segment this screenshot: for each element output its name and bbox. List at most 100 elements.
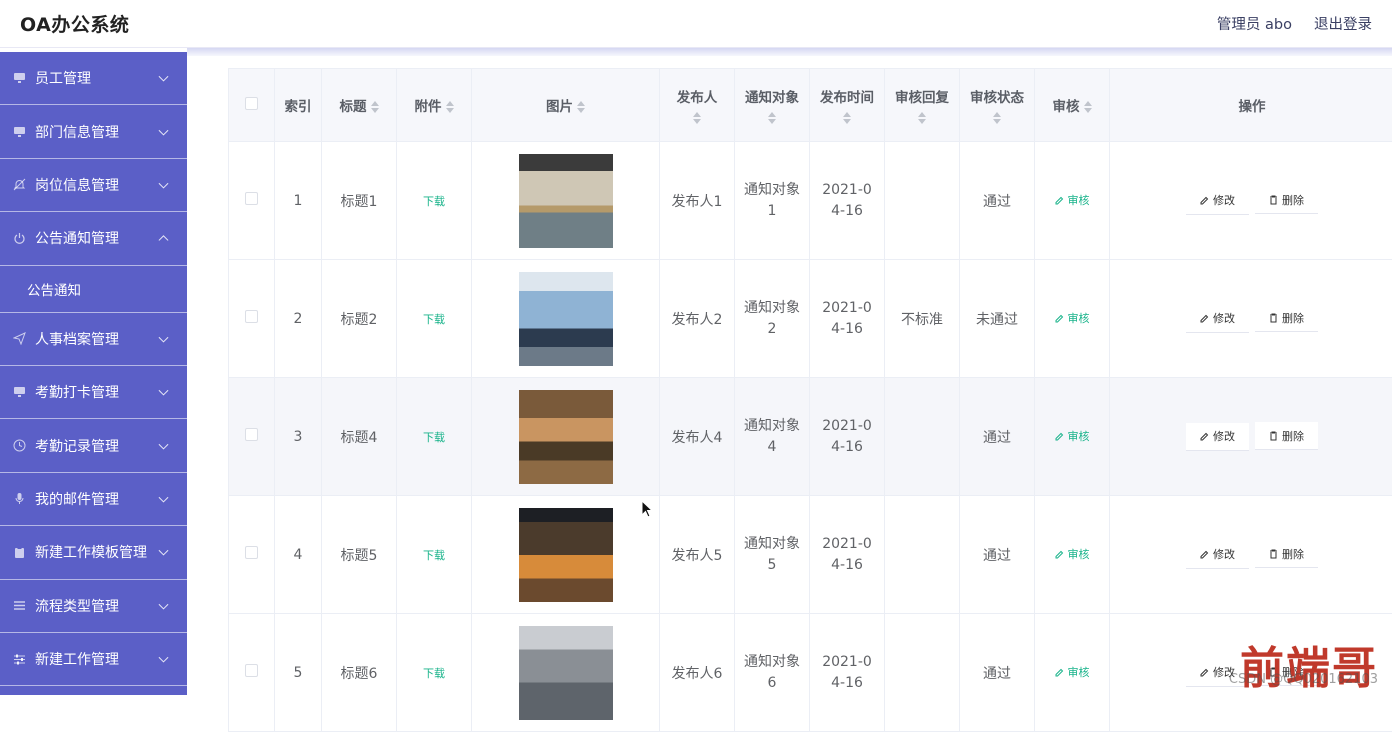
sidebar-item-label: 新建工作管理 bbox=[35, 649, 119, 669]
table-row: 5标题6下载发布人6通知对象62021-04-16通过审核修改删除 bbox=[229, 614, 1392, 732]
edit-label: 修改 bbox=[1213, 310, 1235, 326]
chevron-down-icon bbox=[159, 125, 169, 135]
sidebar-item[interactable]: 部门信息管理 bbox=[0, 105, 187, 158]
sidebar-item[interactable]: 我的邮件管理 bbox=[0, 473, 187, 526]
clipboard-icon bbox=[12, 545, 26, 559]
row-thumbnail[interactable] bbox=[519, 154, 613, 248]
header-actions: 管理员 abo 退出登录 bbox=[1217, 13, 1372, 34]
audit-link[interactable]: 审核 bbox=[1055, 192, 1090, 208]
col-time[interactable]: 发布时间 bbox=[810, 69, 885, 142]
row-status: 通过 bbox=[983, 666, 1011, 682]
clock-icon bbox=[12, 439, 26, 453]
download-link[interactable]: 下载 bbox=[423, 549, 445, 562]
delete-button[interactable]: 删除 bbox=[1255, 540, 1318, 568]
download-link[interactable]: 下载 bbox=[423, 313, 445, 326]
row-checkbox[interactable] bbox=[245, 428, 258, 441]
download-link[interactable]: 下载 bbox=[423, 667, 445, 680]
col-publisher[interactable]: 发布人 bbox=[660, 69, 735, 142]
audit-link[interactable]: 审核 bbox=[1055, 546, 1090, 562]
col-image[interactable]: 图片 bbox=[472, 69, 660, 142]
chevron-down-icon bbox=[159, 72, 169, 82]
sidebar-item[interactable]: 岗位信息管理 bbox=[0, 159, 187, 212]
audit-cell: 审核 bbox=[1035, 614, 1110, 732]
image-cell bbox=[472, 378, 660, 496]
power-icon bbox=[12, 231, 26, 245]
download-link[interactable]: 下载 bbox=[423, 195, 445, 208]
sidebar-item[interactable]: 新建工作管理 bbox=[0, 633, 187, 686]
row-thumbnail[interactable] bbox=[519, 626, 613, 720]
sort-icon[interactable] bbox=[577, 101, 585, 113]
row-thumbnail[interactable] bbox=[519, 390, 613, 484]
row-checkbox[interactable] bbox=[245, 192, 258, 205]
audit-link[interactable]: 审核 bbox=[1055, 664, 1090, 680]
attachment-cell: 下载 bbox=[397, 142, 472, 260]
col-target[interactable]: 通知对象 bbox=[735, 69, 810, 142]
ops-cell: 修改 删除 bbox=[1110, 260, 1392, 378]
download-link[interactable]: 下载 bbox=[423, 431, 445, 444]
edit-icon bbox=[1055, 550, 1064, 559]
current-user-link[interactable]: 管理员 abo bbox=[1217, 13, 1292, 34]
sort-icon[interactable] bbox=[371, 101, 379, 113]
sidebar-subitem[interactable]: 公告通知 bbox=[0, 266, 187, 313]
delete-label: 删除 bbox=[1282, 192, 1304, 208]
delete-button[interactable]: 删除 bbox=[1255, 304, 1318, 332]
sidebar-item[interactable]: 新建工作模板管理 bbox=[0, 526, 187, 579]
col-attachment[interactable]: 附件 bbox=[397, 69, 472, 142]
chevron-down-icon bbox=[159, 653, 169, 663]
sort-icon[interactable] bbox=[843, 112, 851, 124]
sort-icon[interactable] bbox=[768, 112, 776, 124]
sort-icon[interactable] bbox=[993, 112, 1001, 124]
sidebar-item-label: 公告通知管理 bbox=[35, 228, 119, 248]
sidebar-item[interactable]: 公告通知管理 bbox=[0, 212, 187, 265]
audit-link[interactable]: 审核 bbox=[1055, 310, 1090, 326]
edit-icon bbox=[1200, 550, 1209, 559]
sort-icon[interactable] bbox=[446, 101, 454, 113]
row-target: 通知对象6 bbox=[744, 652, 800, 694]
row-title: 标题2 bbox=[341, 312, 378, 328]
col-status[interactable]: 审核状态 bbox=[960, 69, 1035, 142]
sidebar-item[interactable]: 流程类型管理 bbox=[0, 580, 187, 633]
row-checkbox[interactable] bbox=[245, 664, 258, 677]
row-checkbox[interactable] bbox=[245, 546, 258, 559]
select-all-checkbox[interactable] bbox=[245, 97, 258, 110]
sort-icon[interactable] bbox=[918, 112, 926, 124]
reply-cell bbox=[885, 378, 960, 496]
row-thumbnail[interactable] bbox=[519, 508, 613, 602]
col-title[interactable]: 标题 bbox=[322, 69, 397, 142]
table-header-row: 索引 标题 附件 图片 发布人 通知对象 发布时间 审核回复 审核状态 审核 操… bbox=[229, 69, 1392, 142]
sort-icon[interactable] bbox=[693, 112, 701, 124]
edit-icon bbox=[1200, 668, 1209, 677]
row-thumbnail[interactable] bbox=[519, 272, 613, 366]
edit-button[interactable]: 修改 bbox=[1186, 541, 1249, 569]
row-target: 通知对象4 bbox=[744, 416, 800, 458]
select-all-cell bbox=[229, 69, 275, 142]
delete-button[interactable]: 删除 bbox=[1255, 186, 1318, 214]
delete-label: 删除 bbox=[1282, 546, 1304, 562]
col-index-label: 索引 bbox=[285, 99, 312, 115]
row-time: 2021-04-16 bbox=[818, 652, 876, 694]
edit-button[interactable]: 修改 bbox=[1186, 305, 1249, 333]
col-audit[interactable]: 审核 bbox=[1035, 69, 1110, 142]
edit-button[interactable]: 修改 bbox=[1186, 423, 1249, 451]
audit-link[interactable]: 审核 bbox=[1055, 428, 1090, 444]
target-cell: 通知对象6 bbox=[735, 614, 810, 732]
sidebar-item[interactable]: 考勤记录管理 bbox=[0, 419, 187, 472]
edit-button[interactable]: 修改 bbox=[1186, 187, 1249, 215]
trash-icon bbox=[1269, 195, 1278, 205]
index-cell: 5 bbox=[275, 614, 322, 732]
index-cell: 2 bbox=[275, 260, 322, 378]
col-reply[interactable]: 审核回复 bbox=[885, 69, 960, 142]
sort-icon[interactable] bbox=[1084, 101, 1092, 113]
row-publisher: 发布人6 bbox=[672, 666, 723, 682]
delete-button[interactable]: 删除 bbox=[1255, 422, 1318, 450]
row-checkbox[interactable] bbox=[245, 310, 258, 323]
col-audit-label: 审核 bbox=[1053, 99, 1080, 115]
sidebar-item-label: 考勤记录管理 bbox=[35, 436, 119, 456]
send-icon bbox=[12, 332, 26, 346]
sidebar-item[interactable]: 员工管理 bbox=[0, 52, 187, 105]
sidebar-item[interactable]: 考勤打卡管理 bbox=[0, 366, 187, 419]
logout-link[interactable]: 退出登录 bbox=[1314, 13, 1372, 34]
row-time: 2021-04-16 bbox=[818, 534, 876, 576]
select-cell bbox=[229, 378, 275, 496]
sidebar-item[interactable]: 人事档案管理 bbox=[0, 313, 187, 366]
